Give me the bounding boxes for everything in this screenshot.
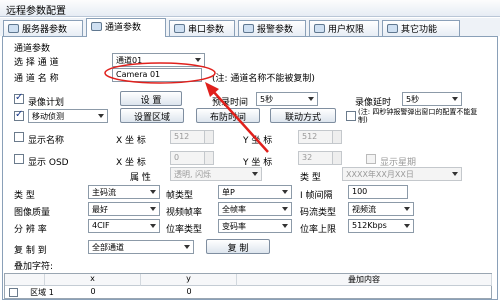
tab-channel[interactable]: 通道参数 (86, 18, 166, 37)
annotation-arrow (211, 89, 269, 153)
highlight-ellipse (104, 62, 216, 84)
annotation-overlay (104, 62, 269, 153)
camera-icon (91, 22, 102, 31)
